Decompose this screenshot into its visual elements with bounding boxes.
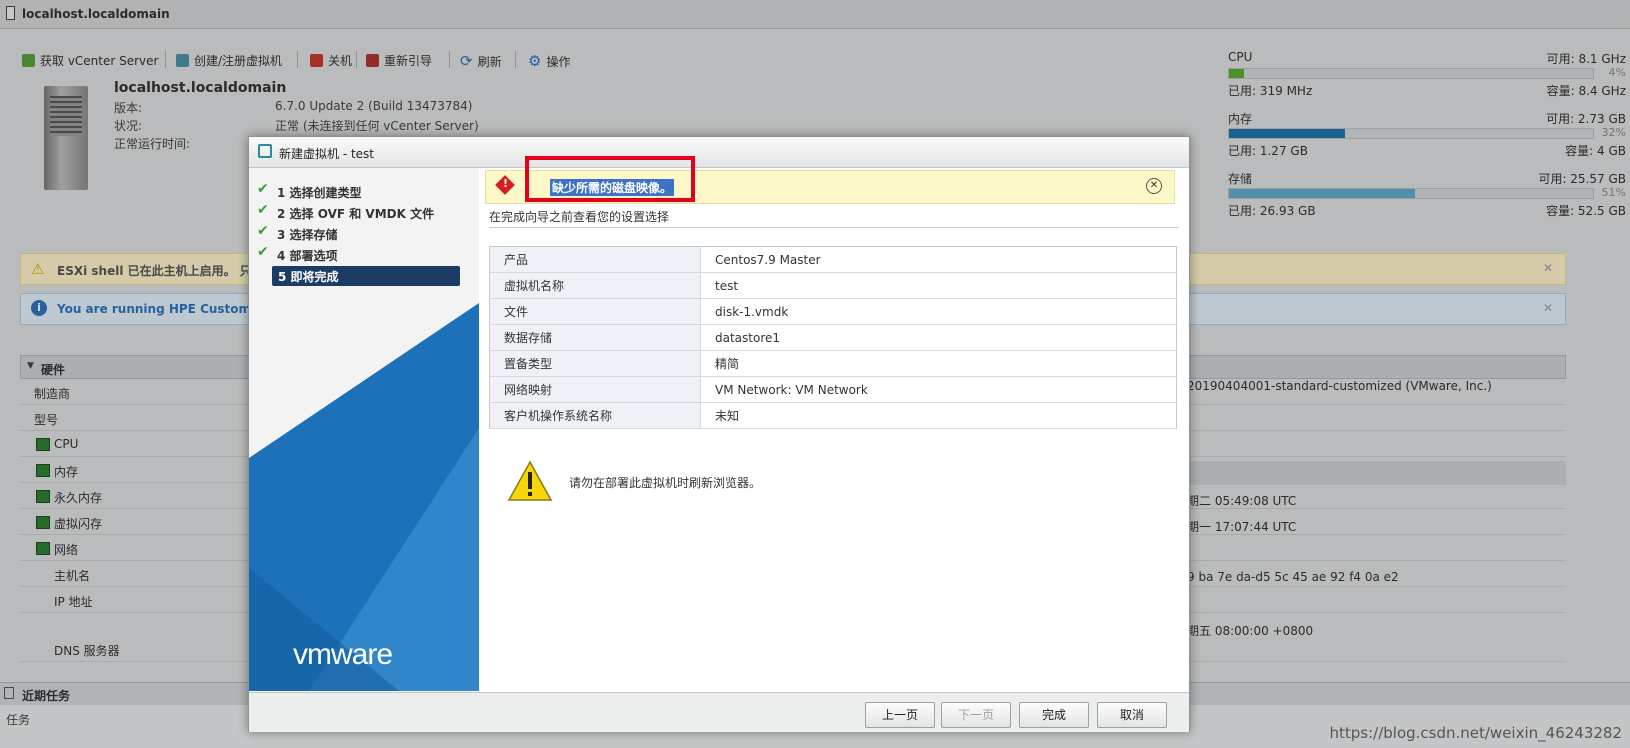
summary-value: datastore1 <box>700 324 1177 351</box>
warning-message: 请勿在部署此虚拟机时刷新浏览器。 <box>569 476 762 490</box>
close-icon[interactable]: ✕ <box>1146 178 1162 194</box>
next-button[interactable]: 下一页 <box>941 702 1011 728</box>
dialog-footer: 上一页 下一页 完成 取消 <box>249 692 1189 732</box>
summary-key: 置备类型 <box>489 350 701 377</box>
summary-value: Centos7.9 Master <box>700 246 1177 273</box>
summary-row: 置备类型 精简 <box>489 350 1177 377</box>
summary-row: 数据存储 datastore1 <box>489 324 1177 351</box>
summary-key: 数据存储 <box>489 324 701 351</box>
summary-row: 网络映射 VM Network: VM Network <box>489 376 1177 403</box>
summary-row: 客户机操作系统名称 未知 <box>489 402 1177 429</box>
vmware-brand-graphic <box>249 303 479 691</box>
error-icon-mark: ! <box>503 177 509 190</box>
highlight-box <box>525 156 695 202</box>
wizard-steps-pane: ✔ 1 选择创建类型 ✔ 2 选择 OVF 和 VMDK 文件 ✔ 3 选择存储 ✔ 4… <box>249 168 479 691</box>
summary-row: 虚拟机名称 test <box>489 272 1177 299</box>
summary-value: 精简 <box>700 350 1177 377</box>
summary-table: 产品 Centos7.9 Master 虚拟机名称 test 文件 disk-1.vmdk… <box>489 246 1177 429</box>
subtitle-divider <box>489 227 1179 228</box>
summary-value: disk-1.vmdk <box>700 298 1177 325</box>
summary-value: 未知 <box>700 402 1177 429</box>
summary-subtitle: 在完成向导之前查看您的设置选择 <box>489 210 670 224</box>
new-vm-dialog: 新建虚拟机 - test ✔ 1 选择创建类型 ✔ 2 选择 OVF 和 VMDK … <box>248 136 1190 732</box>
wizard-content: ! 缺少所需的磁盘映像。 ✕ 在完成向导之前查看您的设置选择 产品 Centos7… <box>479 156 1189 691</box>
dialog-title: 新建虚拟机 - test <box>279 147 375 161</box>
summary-key: 网络映射 <box>489 376 701 403</box>
back-button[interactable]: 上一页 <box>865 702 935 728</box>
summary-row: 产品 Centos7.9 Master <box>489 246 1177 273</box>
vm-icon <box>258 144 272 158</box>
summary-key: 产品 <box>489 246 701 273</box>
summary-value: test <box>700 272 1177 299</box>
summary-row: 文件 disk-1.vmdk <box>489 298 1177 325</box>
summary-value: VM Network: VM Network <box>700 376 1177 403</box>
vmware-logo: vmware <box>293 638 393 671</box>
warning-icon <box>507 460 553 501</box>
summary-key: 客户机操作系统名称 <box>489 402 701 429</box>
summary-key: 虚拟机名称 <box>489 272 701 299</box>
dialog-title-bar: 新建虚拟机 - test <box>249 137 1189 168</box>
finish-button[interactable]: 完成 <box>1019 702 1089 728</box>
summary-key: 文件 <box>489 298 701 325</box>
cancel-button[interactable]: 取消 <box>1097 702 1167 728</box>
watermark: https://blog.csdn.net/weixin_46243282 <box>1329 724 1622 742</box>
